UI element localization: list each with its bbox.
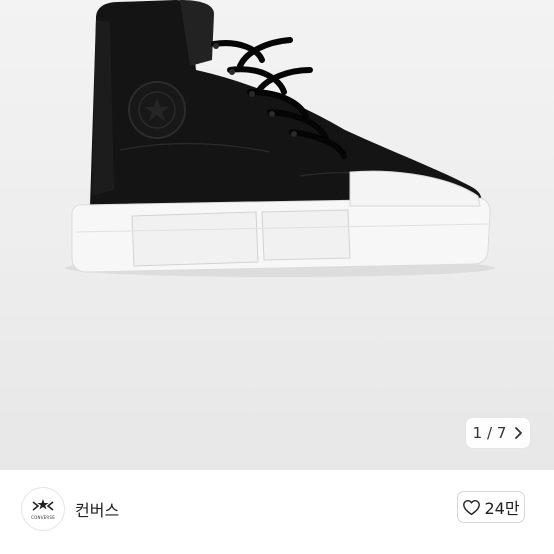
pager-total: 7 bbox=[496, 424, 507, 442]
logo-wordmark: CONVERSE bbox=[31, 515, 55, 520]
product-image[interactable] bbox=[0, 0, 554, 470]
pager-separator: / bbox=[486, 424, 493, 442]
pager-current: 1 bbox=[472, 424, 483, 442]
brand-logo[interactable]: CONVERSE bbox=[21, 487, 65, 531]
chevron-right-icon[interactable] bbox=[513, 426, 523, 440]
heart-outline-icon bbox=[463, 499, 481, 515]
brand-name[interactable]: 컨버스 bbox=[75, 497, 119, 521]
product-image-gallery[interactable]: 1 / 7 bbox=[0, 0, 554, 470]
image-pager[interactable]: 1 / 7 bbox=[466, 418, 530, 448]
converse-logo-icon bbox=[32, 499, 54, 511]
like-count: 24만 bbox=[484, 499, 520, 518]
pager-text: 1 / 7 bbox=[473, 424, 507, 442]
like-button[interactable]: 24만 bbox=[457, 491, 525, 523]
